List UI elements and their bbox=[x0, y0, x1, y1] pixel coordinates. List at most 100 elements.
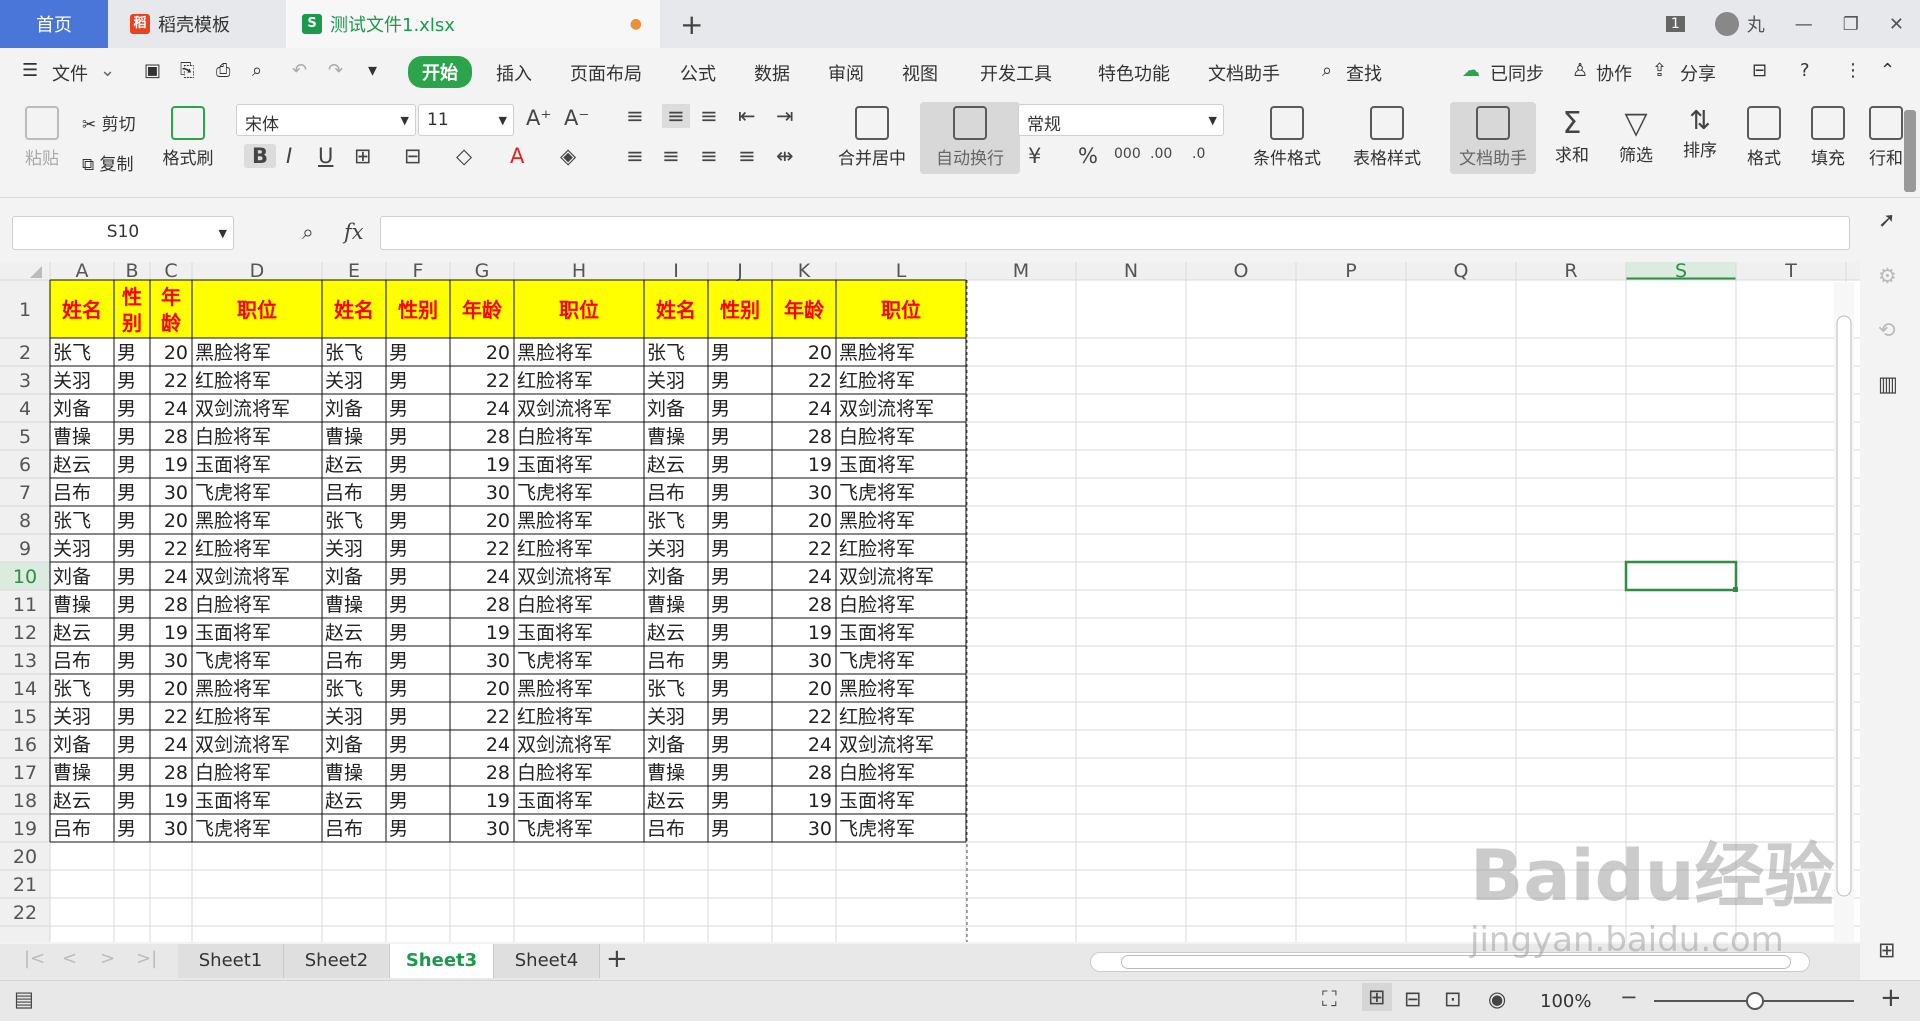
fill-button[interactable]: 填充 bbox=[1802, 106, 1854, 169]
share-button[interactable]: 分享 bbox=[1680, 60, 1716, 86]
collapse-ribbon-icon[interactable]: ⌃ bbox=[1880, 60, 1895, 81]
align-bottom-icon[interactable]: ≡ bbox=[700, 104, 718, 128]
print-icon[interactable]: ⎙ bbox=[216, 60, 230, 81]
layout-icon[interactable]: ⊟ bbox=[1752, 60, 1767, 81]
hamburger-icon[interactable]: ☰ bbox=[22, 60, 38, 81]
table-style-button[interactable]: 表格样式 bbox=[1342, 106, 1432, 169]
apps-icon[interactable]: ⊞ bbox=[1878, 938, 1896, 962]
save-icon[interactable]: ▣ bbox=[144, 60, 161, 81]
sum-button[interactable]: Σ 求和 bbox=[1546, 106, 1598, 166]
fill-color-icon[interactable]: ◇ bbox=[456, 144, 472, 168]
last-sheet-icon[interactable]: >| bbox=[136, 948, 157, 969]
sheet-tab-4[interactable]: Sheet4 bbox=[494, 944, 600, 978]
outdent-icon[interactable]: ⇤ bbox=[738, 104, 756, 128]
align-top-icon[interactable]: ≡ bbox=[626, 104, 644, 128]
font-family-select[interactable]: 宋体 ▼ bbox=[236, 104, 416, 136]
properties-icon[interactable]: ⚙ bbox=[1878, 264, 1897, 288]
menu-search[interactable]: 查找 bbox=[1346, 60, 1382, 86]
fx-icon[interactable]: fx bbox=[344, 220, 364, 244]
undo-icon[interactable]: ↶ bbox=[292, 60, 307, 81]
sheet-tab-2[interactable]: Sheet2 bbox=[284, 944, 390, 978]
zoom-out-icon[interactable]: − bbox=[1620, 985, 1638, 1009]
more-options-icon[interactable]: ⋮ bbox=[1844, 60, 1862, 81]
page-view-icon[interactable]: ⊡ bbox=[1444, 987, 1462, 1011]
number-format-select[interactable]: 常规 ▼ bbox=[1018, 104, 1224, 136]
sort-button[interactable]: ⇅ 排序 bbox=[1674, 106, 1726, 161]
tab-file[interactable]: S 测试文件1.xlsx ● bbox=[286, 0, 660, 48]
menu-review[interactable]: 审阅 bbox=[828, 60, 864, 86]
align-middle-icon[interactable]: ≡ bbox=[662, 104, 690, 128]
fill-handle[interactable] bbox=[1733, 587, 1738, 592]
format-button[interactable]: 格式 bbox=[1738, 106, 1790, 169]
italic-button[interactable]: I bbox=[286, 144, 292, 168]
ribbon-scroll[interactable] bbox=[1904, 110, 1916, 192]
menu-formula[interactable]: 公式 bbox=[680, 60, 716, 86]
underline-button[interactable]: U bbox=[318, 144, 333, 168]
distribute-icon[interactable]: ⇹ bbox=[776, 144, 794, 168]
shape-icon[interactable]: ⟲ bbox=[1878, 318, 1896, 342]
page-break-icon[interactable]: ⊟ bbox=[1404, 987, 1422, 1011]
wrap-text-button[interactable]: 自动换行 bbox=[920, 102, 1020, 174]
tab-home[interactable]: 首页 bbox=[0, 0, 108, 48]
paste-button[interactable]: 粘贴 bbox=[14, 106, 70, 169]
thousands-icon[interactable]: 000 bbox=[1114, 146, 1141, 162]
first-sheet-icon[interactable]: |< bbox=[24, 948, 45, 969]
add-sheet-icon[interactable]: + bbox=[606, 944, 628, 974]
eraser-icon[interactable]: ◈ bbox=[560, 144, 576, 168]
chart-icon[interactable]: ▥ bbox=[1878, 372, 1898, 396]
currency-icon[interactable]: ¥ bbox=[1028, 144, 1041, 168]
menu-file[interactable]: 文件 bbox=[52, 60, 88, 86]
redo-icon[interactable]: ↷ bbox=[328, 60, 343, 81]
cut-button[interactable]: ✂ 剪切 bbox=[82, 110, 136, 135]
menu-start[interactable]: 开始 bbox=[408, 56, 472, 88]
doc-assistant-button[interactable]: 文档助手 bbox=[1450, 102, 1536, 174]
menu-insert[interactable]: 插入 bbox=[496, 60, 532, 86]
copy-button[interactable]: ⧉ 复制 bbox=[82, 150, 134, 175]
macro-icon[interactable]: ▤ bbox=[14, 987, 34, 1011]
search-icon[interactable]: ⌕ bbox=[1322, 60, 1332, 81]
menu-page-layout[interactable]: 页面布局 bbox=[570, 60, 642, 86]
new-tab-button[interactable]: + bbox=[680, 0, 710, 48]
cursor-icon[interactable]: ➚ bbox=[1878, 208, 1896, 232]
fullscreen-icon[interactable]: ⛶ bbox=[1322, 987, 1337, 1012]
justify-icon[interactable]: ≡ bbox=[738, 144, 756, 168]
chevron-down-icon[interactable]: ⌄ bbox=[100, 60, 115, 81]
font-size-select[interactable]: 11 ▼ bbox=[418, 104, 514, 136]
menu-developer[interactable]: 开发工具 bbox=[980, 60, 1052, 86]
increase-decimal-icon[interactable]: .00 bbox=[1150, 146, 1172, 162]
zoom-formula-icon[interactable]: ⌕ bbox=[302, 220, 314, 245]
align-center-icon[interactable]: ≡ bbox=[662, 144, 680, 168]
decrease-font-icon[interactable]: A⁻ bbox=[564, 106, 589, 130]
prev-sheet-icon[interactable]: < bbox=[62, 948, 77, 969]
next-sheet-icon[interactable]: > bbox=[100, 948, 115, 969]
close-icon[interactable]: ✕ bbox=[1889, 14, 1904, 35]
zoom-level[interactable]: 100% bbox=[1540, 991, 1591, 1012]
sheet-tab-3-active[interactable]: Sheet3 bbox=[390, 944, 494, 978]
merge-center-button[interactable]: 合并居中 bbox=[826, 106, 918, 169]
print-preview-icon[interactable]: ⌕ bbox=[252, 60, 262, 81]
format-painter-button[interactable]: 格式刷 bbox=[160, 106, 216, 169]
sheet-tab-1[interactable]: Sheet1 bbox=[178, 944, 284, 978]
filter-button[interactable]: ▽ 筛选 bbox=[1610, 106, 1662, 166]
decrease-decimal-icon[interactable]: .0 bbox=[1192, 146, 1205, 162]
collaborate-button[interactable]: 协作 bbox=[1596, 60, 1632, 86]
minimize-icon[interactable]: — bbox=[1795, 14, 1813, 35]
help-icon[interactable]: ? bbox=[1800, 60, 1810, 81]
row-col-button[interactable]: 行和 bbox=[1866, 106, 1906, 169]
sync-status[interactable]: 已同步 bbox=[1490, 60, 1544, 86]
font-color-icon[interactable]: A bbox=[510, 144, 524, 168]
normal-view-icon[interactable]: ⊞ bbox=[1362, 983, 1392, 1011]
user-avatar[interactable]: 丸 bbox=[1714, 11, 1765, 37]
align-left-icon[interactable]: ≡ bbox=[626, 144, 644, 168]
indent-icon[interactable]: ⇥ bbox=[776, 104, 794, 128]
more-icon[interactable]: ▾ bbox=[368, 60, 377, 81]
formula-input[interactable] bbox=[380, 216, 1850, 250]
name-box[interactable]: S10 ▼ bbox=[12, 216, 234, 250]
zoom-in-icon[interactable]: + bbox=[1880, 983, 1902, 1013]
restore-icon[interactable]: ❐ bbox=[1843, 14, 1859, 35]
window-count-badge[interactable]: 1 bbox=[1665, 16, 1685, 32]
export-icon[interactable]: ⎘ bbox=[180, 60, 194, 81]
tab-docer-templates[interactable]: 稻稻壳模板 bbox=[112, 0, 282, 48]
border-icon[interactable]: ⊞ bbox=[354, 144, 372, 168]
menu-special[interactable]: 特色功能 bbox=[1098, 60, 1170, 86]
